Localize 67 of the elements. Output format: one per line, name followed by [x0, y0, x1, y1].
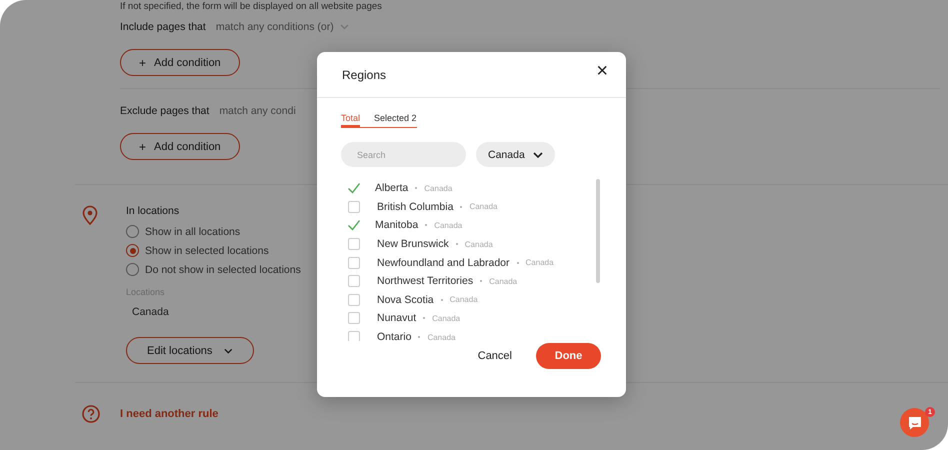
radio-button[interactable] [126, 244, 139, 257]
region-name: Nunavut [377, 312, 416, 324]
checkbox[interactable] [348, 275, 360, 288]
question-icon [82, 405, 100, 423]
add-condition-button[interactable]: + Add condition [120, 133, 240, 160]
region-name: Ontario [377, 331, 412, 341]
region-name: Manitoba [375, 219, 418, 232]
chevron-icon [340, 24, 349, 30]
country-dropdown[interactable]: Canada [476, 142, 555, 167]
radio-button[interactable] [126, 225, 139, 238]
region-country: Canada [464, 240, 493, 249]
separator-dot-icon [480, 280, 482, 282]
checkbox[interactable] [348, 294, 360, 306]
region-name: Northwest Territories [377, 275, 474, 288]
separator-dot-icon [460, 206, 462, 208]
checkmark-icon[interactable] [347, 181, 361, 196]
region-country: Canada [526, 258, 554, 268]
separator-dot-icon [415, 187, 418, 190]
region-country: Canada [434, 220, 462, 230]
done-button[interactable]: Done [536, 343, 601, 369]
hint-text: If not specified, the form will be displayed on all website pages [120, 1, 382, 13]
search-field[interactable]: Search [341, 142, 466, 167]
region-name: Newfoundland and Labrador [377, 256, 510, 269]
radio-label: Show in all locations [145, 226, 240, 238]
separator-dot-icon [516, 262, 519, 264]
checkbox[interactable] [348, 238, 360, 250]
add-condition-button[interactable]: + Add condition [120, 49, 240, 76]
region-name: Alberta [375, 182, 408, 194]
mode-dropdown[interactable]: match any conditions (or) [216, 21, 349, 33]
chevron-icon [224, 348, 233, 354]
radio-label: Do not show in selected locations [145, 264, 301, 276]
scrollbar[interactable] [596, 179, 600, 283]
tab[interactable]: Total [341, 113, 360, 127]
tab[interactable]: Selected 2 [374, 113, 417, 127]
separator-dot-icon [440, 298, 443, 301]
radio-label: Show in selected locations [145, 244, 269, 256]
region-name: British Columbia [377, 200, 454, 213]
region-country: Canada [427, 332, 456, 341]
section-title: In locations [126, 205, 180, 217]
close-button[interactable]: × [596, 60, 608, 80]
checkbox[interactable] [348, 312, 360, 324]
region-country: Canada [450, 295, 478, 304]
checkbox[interactable] [348, 200, 360, 213]
separator-dot-icon [425, 224, 428, 226]
checkmark-icon[interactable] [347, 218, 361, 232]
region-country: Canada [469, 202, 498, 212]
location-pin-icon [82, 205, 98, 225]
separator-dot-icon [418, 336, 420, 338]
cancel-button[interactable]: Cancel [472, 349, 518, 363]
chevron-icon [532, 152, 543, 158]
exclude-label: Exclude pages that [120, 105, 210, 117]
checkbox[interactable] [348, 256, 360, 269]
mode-dropdown[interactable]: match any condi [219, 105, 296, 117]
radio-button[interactable] [126, 263, 139, 276]
region-name: Nova Scotia [377, 294, 434, 306]
checkbox[interactable] [348, 331, 360, 341]
separator-dot-icon [423, 317, 426, 320]
region-name: New Brunswick [377, 238, 449, 250]
include-label: Include pages that [120, 21, 206, 33]
chat-icon [908, 416, 922, 430]
region-country: Canada [424, 184, 452, 193]
locations-value: Canada [132, 306, 169, 318]
separator-dot-icon [456, 243, 458, 246]
edit-locations-button[interactable]: Edit locations [126, 337, 254, 364]
region-country: Canada [432, 314, 460, 323]
dialog-title: Regions [342, 68, 386, 82]
region-country: Canada [489, 276, 518, 286]
